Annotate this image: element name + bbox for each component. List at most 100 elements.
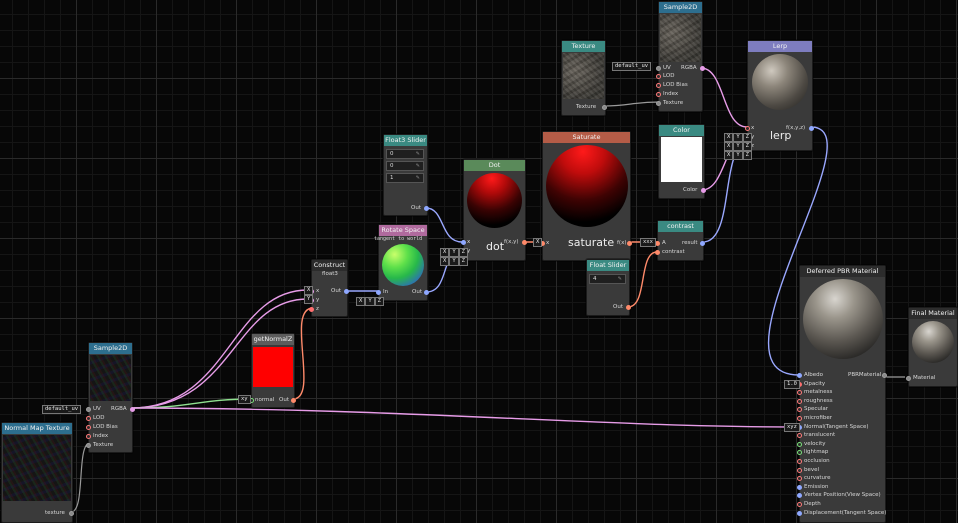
lerp-swizzle-z[interactable]: XYZ (724, 141, 752, 160)
float3-out-port[interactable] (424, 206, 429, 211)
normal-badge[interactable]: xyz (784, 423, 800, 432)
pbr-input-label: bevel (804, 466, 820, 473)
pbr-input-label: velocity (804, 440, 826, 447)
saturate-swizzle-x[interactable]: X (533, 238, 543, 247)
contrast-node[interactable]: contrast A result contrast (655, 220, 705, 261)
float3-slider-node[interactable]: Float3 Slider 0 ✎ 0 ✎ 1 ✎ Out (383, 134, 429, 216)
saturate-node[interactable]: Saturate x f(x) saturate (540, 131, 632, 261)
lod-port[interactable] (86, 416, 91, 421)
default-uv-badge[interactable]: default_uv (612, 62, 652, 71)
texture-label: Texture (93, 442, 114, 448)
normalz-xy-badge[interactable]: xy (238, 395, 251, 404)
lod-label: LOD (93, 415, 105, 421)
contrast-badge[interactable]: xxx (640, 238, 656, 247)
swz-z: Z (458, 257, 468, 266)
lod-bias-port[interactable] (86, 425, 91, 430)
swz-x: X (356, 297, 366, 306)
sample2d-top-node[interactable]: Sample2D UV RGBA LOD LOD Bias Index Text… (656, 1, 705, 112)
rgba-port[interactable] (130, 407, 135, 412)
construct-out-label: Out (331, 288, 341, 294)
float3-field-y[interactable]: 0 ✎ (386, 161, 424, 171)
pbr-input-port[interactable] (797, 373, 802, 378)
construct-out-port[interactable] (344, 289, 349, 294)
default-uv-badge[interactable]: default_uv (42, 405, 82, 414)
normalz-out-port[interactable] (291, 398, 296, 403)
pbr-input-port[interactable] (797, 510, 802, 516)
color-out-label: Color (683, 187, 698, 193)
lerp-node[interactable]: Lerp x y z f(x,y,z) lerp (745, 40, 814, 151)
get-normal-z-node[interactable]: getNormalZ normal Out (249, 333, 296, 408)
construct-y-badge[interactable]: Y (304, 295, 314, 304)
pbr-input-port[interactable] (797, 416, 802, 421)
pbr-input-port[interactable] (797, 493, 802, 499)
construct-x-badge[interactable]: X (304, 286, 314, 295)
float3-field-z[interactable]: 1 ✎ (386, 173, 424, 183)
normal-map-texture-node[interactable]: Normal Map Texture texture (1, 422, 74, 523)
uv-port[interactable] (86, 407, 91, 412)
index-port[interactable] (656, 92, 661, 97)
construct-subtitle: float3 (322, 271, 338, 277)
final-material-node[interactable]: Final Material Material (906, 307, 958, 387)
pbr-input-port[interactable] (797, 398, 802, 404)
rotate-out-port[interactable] (424, 290, 429, 295)
pbr-input-label: curvature (804, 475, 831, 482)
lod-bias-port[interactable] (656, 83, 661, 88)
pbr-input-port[interactable] (797, 441, 802, 447)
lerp-op-label: lerp (770, 129, 792, 142)
float-slider-node[interactable]: Float Slider 4 ✎ Out (586, 259, 631, 316)
lod-bias-label: LOD Bias (93, 424, 118, 430)
float3-field-x[interactable]: 0 ✎ (386, 149, 424, 159)
value: 0 (390, 163, 394, 169)
dot-out-port[interactable] (522, 240, 527, 245)
lerp-out-port[interactable] (809, 126, 814, 131)
rotate-space-node[interactable]: Rotate Space tangent to world In Out (374, 224, 429, 301)
normalz-out-label: Out (279, 397, 289, 403)
float-slider-field[interactable]: 4 ✎ (589, 274, 626, 284)
color-out-port[interactable] (701, 188, 706, 193)
pbr-input-port[interactable] (797, 476, 802, 482)
texture-port[interactable] (656, 101, 661, 106)
nmap-out-port[interactable] (69, 511, 74, 516)
pbr-input-port[interactable] (797, 450, 802, 456)
final-material-port[interactable] (906, 376, 911, 381)
dot-swizzle-y[interactable]: XYZ (440, 247, 468, 266)
pbr-input-port[interactable] (797, 484, 802, 490)
rotate-swizzle[interactable]: XYZ (356, 287, 384, 306)
color-swatch[interactable] (661, 137, 702, 182)
lod-port[interactable] (656, 74, 661, 79)
index-label: Index (93, 433, 109, 439)
rgba-port[interactable] (700, 66, 705, 71)
pbr-input-port[interactable] (797, 502, 802, 507)
pbr-input-port[interactable] (797, 407, 802, 413)
deferred-pbr-material-node[interactable]: Deferred PBR Material PBRMaterial Albedo… (797, 265, 887, 523)
texture-node[interactable]: Texture Texture (561, 40, 607, 116)
index-port[interactable] (86, 434, 91, 439)
pbr-out-port[interactable] (882, 373, 887, 378)
uv-port[interactable] (656, 66, 661, 71)
construct-z-port[interactable] (309, 307, 314, 312)
pbr-input-port[interactable] (797, 390, 802, 396)
uv-label: UV (663, 65, 671, 71)
contrast-contrast-port[interactable] (655, 250, 660, 255)
uv-label: UV (93, 406, 101, 412)
node-graph-canvas[interactable]: Sample2D UV RGBA LOD LOD Bias Index Text… (0, 0, 958, 523)
construct-y-label: y (316, 297, 320, 303)
pbr-input-port[interactable] (797, 459, 802, 464)
pbr-input-port[interactable] (797, 467, 802, 473)
saturate-out-port[interactable] (627, 241, 632, 246)
float-out-port[interactable] (626, 305, 631, 310)
sample2d-bottom-node[interactable]: Sample2D UV RGBA LOD LOD Bias Index Text… (86, 342, 135, 453)
contrast-a-label: A (662, 240, 666, 246)
pbr-input-port[interactable] (797, 433, 802, 439)
opacity-badge[interactable]: 1.0 (784, 380, 800, 389)
dot-node[interactable]: Dot x y f(x,y) dot (461, 159, 527, 261)
edit-icon: ✎ (415, 175, 420, 181)
pbr-input-label: occlusion (804, 458, 830, 464)
texture-port[interactable] (86, 443, 91, 448)
color-node[interactable]: Color Color (658, 124, 706, 199)
texture-out-port[interactable] (602, 105, 607, 110)
construct-node[interactable]: Construct float3 x y z Out (309, 259, 349, 317)
construct-x-label: x (316, 288, 320, 294)
pbr-input-label: Opacity (804, 380, 826, 387)
contrast-result-port[interactable] (700, 241, 705, 246)
